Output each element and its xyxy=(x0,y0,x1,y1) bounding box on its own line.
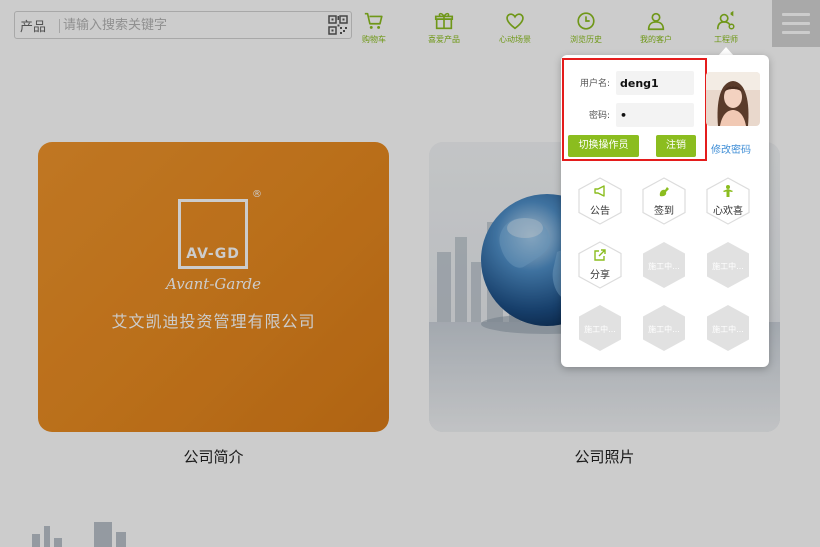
tile-sign-in[interactable]: 签到 xyxy=(639,176,689,226)
tile-label: 施工中... xyxy=(648,325,680,334)
tile-label: 施工中... xyxy=(712,325,744,334)
megaphone-icon xyxy=(594,185,605,197)
tile-label: 分享 xyxy=(590,270,610,281)
tile-under-construction: 施工中... xyxy=(639,303,689,353)
tile-happiness[interactable]: 心欢喜 xyxy=(703,176,753,226)
avatar[interactable] xyxy=(706,72,760,126)
avatar-image xyxy=(706,72,760,126)
tile-label: 心欢喜 xyxy=(713,206,743,217)
tile-label: 施工中... xyxy=(648,262,680,271)
share-icon xyxy=(594,249,606,261)
tile-under-construction: 施工中... xyxy=(703,303,753,353)
tile-label: 施工中... xyxy=(584,325,616,334)
tile-announcement[interactable]: 公告 xyxy=(575,176,625,226)
person-icon xyxy=(723,185,733,197)
tile-label: 公告 xyxy=(590,206,610,217)
tile-under-construction: 施工中... xyxy=(703,240,753,290)
tile-under-construction: 施工中... xyxy=(639,240,689,290)
login-highlight-frame xyxy=(562,58,707,161)
tile-under-construction: 施工中... xyxy=(575,303,625,353)
tile-share[interactable]: 分享 xyxy=(575,240,625,290)
tile-label: 施工中... xyxy=(712,262,744,271)
tile-label: 签到 xyxy=(654,206,674,217)
signin-icon xyxy=(659,187,669,197)
change-password-link[interactable]: 修改密码 xyxy=(711,141,751,156)
